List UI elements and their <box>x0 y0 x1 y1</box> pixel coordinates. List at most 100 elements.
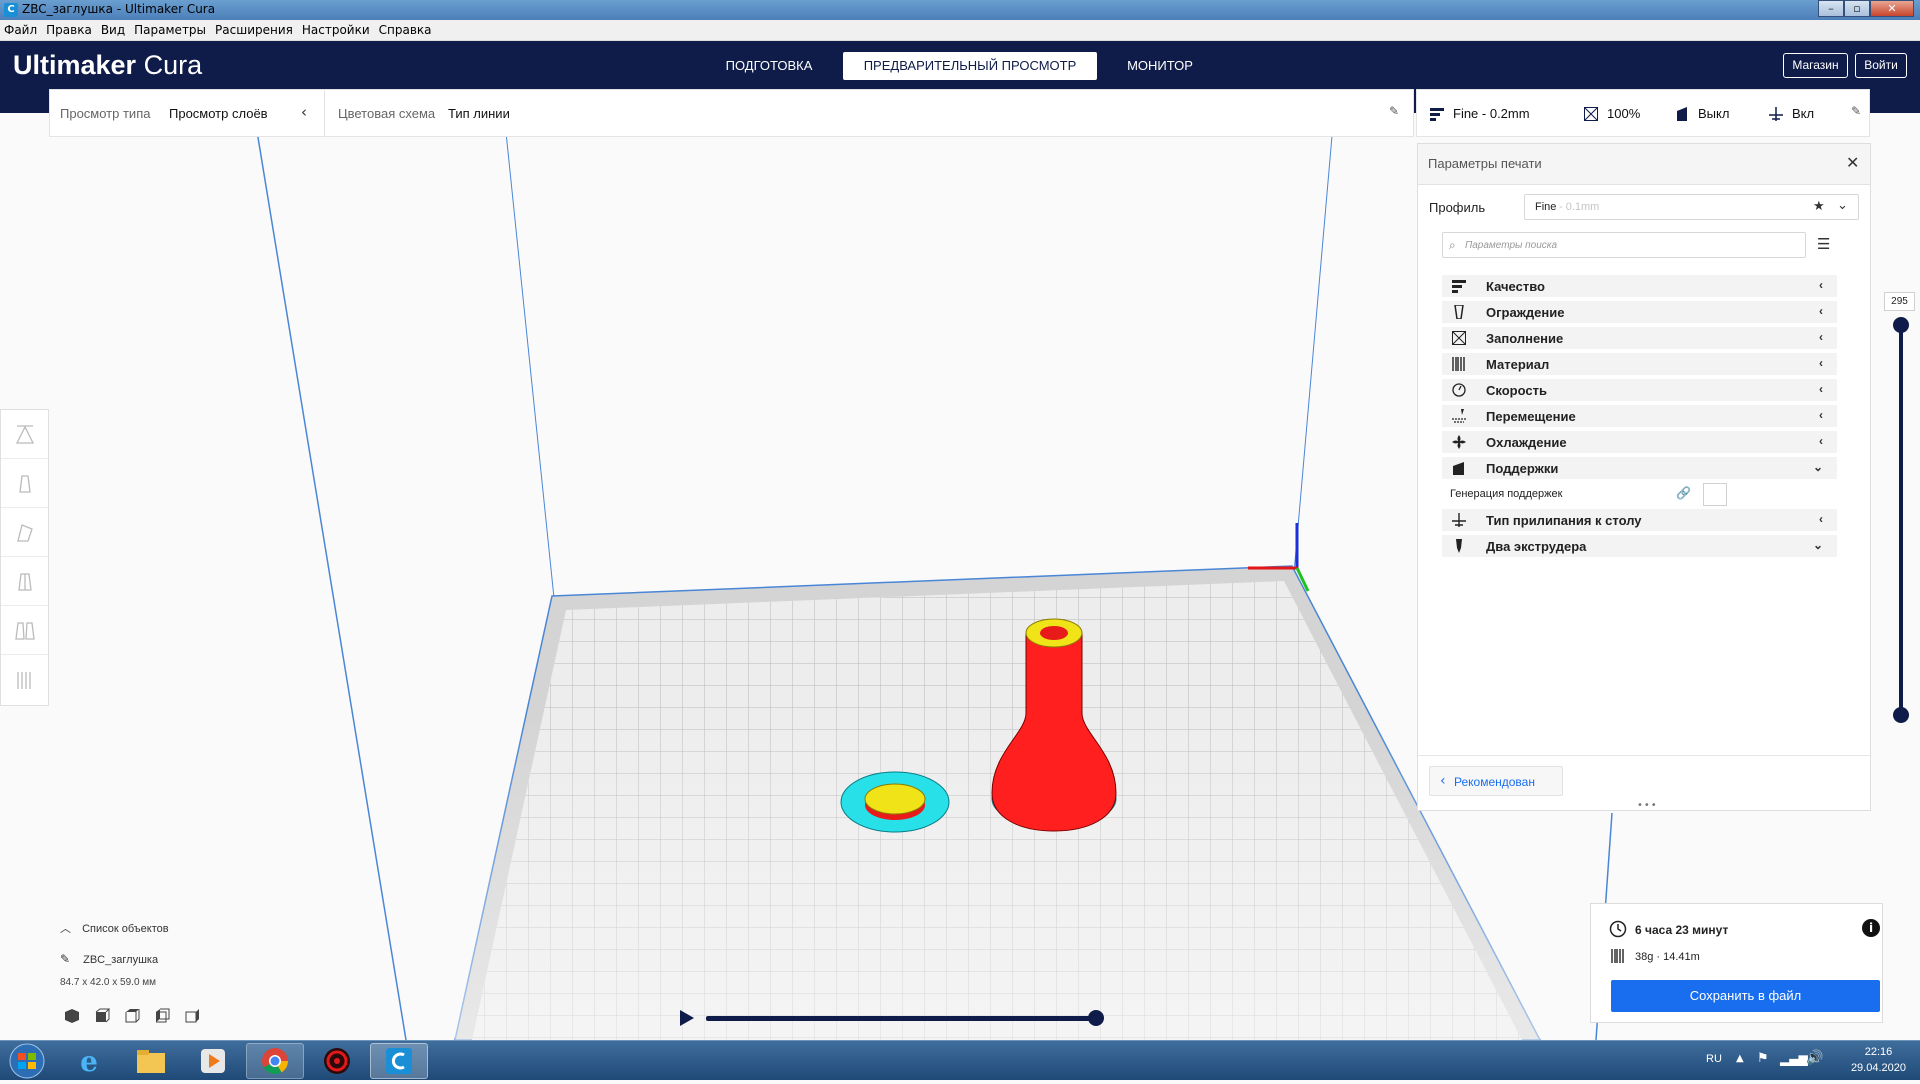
print-settings-panel: Параметры печати ✕ Профиль Fine - 0.1mm … <box>1417 143 1871 811</box>
speed-icon <box>1452 383 1466 397</box>
taskbar-chrome[interactable] <box>246 1043 304 1079</box>
pencil-icon[interactable]: ✎ <box>1851 104 1861 118</box>
language-indicator[interactable]: RU <box>1706 1053 1722 1065</box>
menu-preferences[interactable]: Настройки <box>302 23 370 37</box>
path-slider-handle[interactable] <box>1088 1010 1104 1026</box>
layer-number-input[interactable]: 295 <box>1884 292 1915 311</box>
color-scheme-dropdown[interactable]: Тип линии <box>448 106 510 121</box>
view-type-dropdown[interactable]: Просмотр слоёв <box>169 106 268 121</box>
support-blocker-button[interactable] <box>1 655 48 704</box>
search-placeholder: Параметры поиска <box>1465 240 1558 251</box>
category-infill[interactable]: Заполнение ‹ <box>1442 327 1837 349</box>
taskbar-app-red[interactable] <box>308 1043 366 1079</box>
chevron-left-icon: ‹ <box>1819 512 1823 526</box>
start-button[interactable] <box>4 1042 50 1080</box>
view-front-icon[interactable] <box>94 1008 110 1024</box>
window-titlebar: C ZBC_заглушка - Ultimaker Cura – ▫ ✕ <box>0 0 1920 20</box>
pencil-icon[interactable]: ✎ <box>1389 104 1399 118</box>
object-list: ︿ Список объектов ✎ ZBC_заглушка 84.7 x … <box>60 920 320 1030</box>
window-title: ZBC_заглушка - Ultimaker Cura <box>22 2 216 16</box>
profile-dropdown[interactable]: Fine - 0.1mm ★ ⌄ <box>1524 194 1859 220</box>
adhesion-summary[interactable]: Вкл <box>1769 106 1814 121</box>
settings-search-input[interactable]: ⌕ Параметры поиска <box>1442 232 1806 258</box>
category-cooling[interactable]: Охлаждение ‹ <box>1442 431 1837 453</box>
quality-icon <box>1430 107 1444 121</box>
star-icon[interactable]: ★ <box>1813 199 1825 214</box>
category-travel[interactable]: Перемещение ‹ <box>1442 405 1837 427</box>
category-material[interactable]: Материал ‹ <box>1442 353 1837 375</box>
view-right-icon[interactable] <box>184 1008 200 1024</box>
resize-handle-icon[interactable]: ••• <box>1637 800 1658 811</box>
network-icon[interactable]: ▂▄▆ <box>1780 1052 1808 1066</box>
support-icon <box>1452 461 1466 475</box>
support-icon <box>1675 106 1689 121</box>
support-generation-checkbox[interactable] <box>1703 483 1727 506</box>
color-scheme-label: Цветовая схема <box>338 106 436 121</box>
settings-menu-icon[interactable]: ☰ <box>1817 235 1830 253</box>
mirror-tool-button[interactable] <box>1 557 48 606</box>
category-quality[interactable]: Качество ‹ <box>1442 275 1837 297</box>
layer-slider-track[interactable] <box>1899 324 1903 716</box>
menu-extensions[interactable]: Расширения <box>215 23 293 37</box>
object-list-toggle[interactable]: ︿ Список объектов <box>60 920 169 936</box>
menu-help[interactable]: Справка <box>379 23 432 37</box>
view-top-icon[interactable] <box>124 1008 140 1024</box>
pencil-icon: ✎ <box>60 952 71 966</box>
print-time: 6 часа 23 минут <box>1635 923 1729 937</box>
view-3d-icon[interactable] <box>64 1008 80 1024</box>
menu-edit[interactable]: Правка <box>46 23 92 37</box>
profile-label: Профиль <box>1429 200 1486 215</box>
link-icon[interactable]: 🔗 <box>1676 486 1691 500</box>
action-center-flag-icon[interactable]: ⚑ <box>1757 1051 1769 1066</box>
cura-icon <box>386 1048 412 1074</box>
category-support[interactable]: Поддержки ⌄ <box>1442 457 1837 479</box>
taskbar-cura[interactable] <box>370 1043 428 1079</box>
taskbar-explorer[interactable] <box>122 1043 180 1079</box>
rotate-icon <box>16 524 33 542</box>
play-simulation-button[interactable] <box>677 1008 697 1028</box>
save-to-file-button[interactable]: Сохранить в файл <box>1611 980 1880 1012</box>
volume-icon[interactable]: 🔊 <box>1806 1050 1823 1066</box>
close-icon[interactable]: ✕ <box>1846 153 1859 172</box>
taskbar-ie[interactable]: e <box>60 1043 118 1079</box>
move-tool-button[interactable] <box>1 410 48 459</box>
info-icon[interactable]: i <box>1862 919 1880 937</box>
signin-button[interactable]: Войти <box>1855 53 1907 78</box>
layer-slider-bottom-handle[interactable] <box>1893 707 1909 723</box>
tab-monitor[interactable]: МОНИТОР <box>1106 52 1214 80</box>
category-shell[interactable]: Ограждение ‹ <box>1442 301 1837 323</box>
menu-file[interactable]: Файл <box>4 23 37 37</box>
per-model-settings-button[interactable] <box>1 606 48 655</box>
tab-prepare[interactable]: ПОДГОТОВКА <box>706 52 832 80</box>
system-clock[interactable]: 22:16 29.04.2020 <box>1851 1044 1906 1076</box>
maximize-button[interactable]: ▫ <box>1844 0 1870 17</box>
chevron-left-icon: ‹ <box>1819 434 1823 448</box>
marketplace-button[interactable]: Магазин <box>1783 53 1848 78</box>
menu-view[interactable]: Вид <box>101 23 125 37</box>
layer-slider-top-handle[interactable] <box>1893 317 1909 333</box>
recommended-button[interactable]: ‹ Рекомендован <box>1429 766 1563 796</box>
path-slider-track[interactable] <box>706 1016 1096 1021</box>
tab-preview[interactable]: ПРЕДВАРИТЕЛЬНЫЙ ПРОСМОТР <box>843 52 1097 80</box>
small-part-top <box>864 783 926 815</box>
quality-icon <box>1452 279 1466 293</box>
scale-tool-button[interactable] <box>1 459 48 508</box>
minimize-button[interactable]: – <box>1818 0 1844 17</box>
support-summary[interactable]: Выкл <box>1675 106 1729 121</box>
category-speed[interactable]: Скорость ‹ <box>1442 379 1837 401</box>
taskbar-media-player[interactable] <box>184 1043 242 1079</box>
close-window-button[interactable]: ✕ <box>1870 0 1914 17</box>
category-adhesion[interactable]: Тип прилипания к столу ‹ <box>1442 509 1837 531</box>
internet-explorer-icon: e <box>80 1044 98 1078</box>
view-left-icon[interactable] <box>154 1008 170 1024</box>
tray-expand-icon[interactable]: ▲ <box>1736 1053 1744 1064</box>
object-item[interactable]: ✎ ZBC_заглушка <box>60 952 158 966</box>
rotate-tool-button[interactable] <box>1 508 48 557</box>
quality-summary[interactable]: Fine - 0.2mm <box>1430 106 1530 121</box>
menubar: Файл Правка Вид Параметры Расширения Нас… <box>0 20 1920 41</box>
menu-settings[interactable]: Параметры <box>134 23 206 37</box>
chevron-left-icon[interactable]: ‹ <box>301 103 307 121</box>
print-settings-bar[interactable]: Fine - 0.2mm 100% Выкл Вкл ✎ <box>1416 89 1870 137</box>
infill-summary[interactable]: 100% <box>1583 106 1640 121</box>
category-dual-extrusion[interactable]: Два экструдера ⌄ <box>1442 535 1837 557</box>
